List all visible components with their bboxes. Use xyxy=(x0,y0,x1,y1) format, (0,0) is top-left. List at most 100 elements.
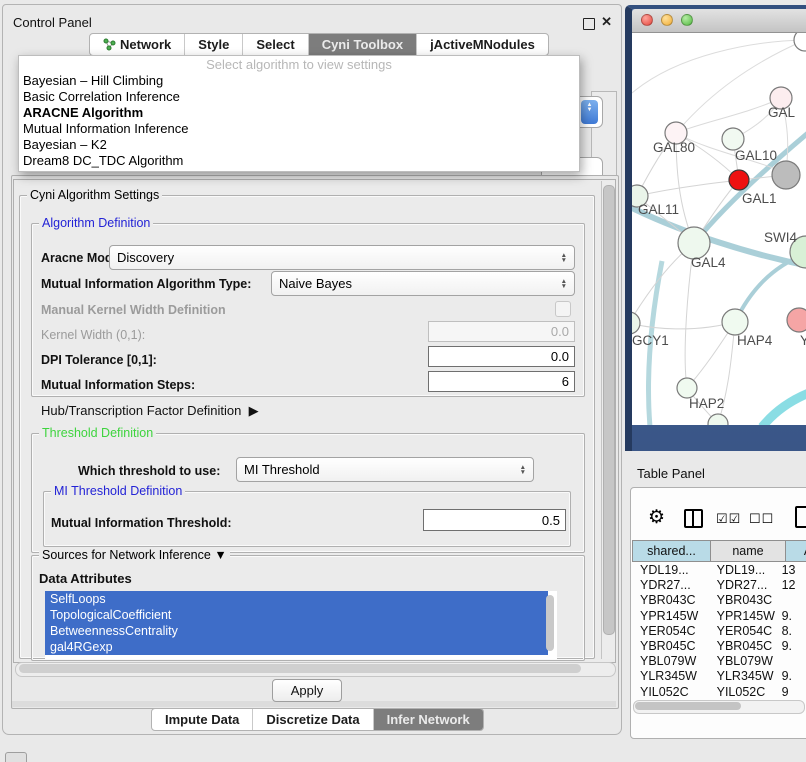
node-label: HAP2 xyxy=(689,396,724,411)
table-row[interactable]: YBR043CYBR043C xyxy=(632,593,806,608)
algorithm-option[interactable]: Dream8 DC_TDC Algorithm xyxy=(19,153,579,169)
algorithm-option[interactable]: Bayesian – Hill Climbing xyxy=(19,73,579,89)
network-node-gal1[interactable] xyxy=(729,170,749,190)
close-panel-icon[interactable]: ✕ xyxy=(601,14,612,30)
collapsed-arrow-icon: ▶ xyxy=(249,403,259,418)
combo-stepper-icon[interactable]: ▲▼ xyxy=(581,100,598,124)
tab-discretize-data[interactable]: Discretize Data xyxy=(253,709,373,730)
table-rows: YDL19...YDL19...13YDR27...YDR27...12YBR0… xyxy=(632,563,806,700)
manual-kernel-label: Manual Kernel Width Definition xyxy=(41,303,226,317)
minimize-traffic-light-icon[interactable] xyxy=(661,14,673,26)
aracne-mode-select[interactable]: Discovery ▲▼ xyxy=(109,245,575,270)
network-node-hap2[interactable] xyxy=(677,378,697,398)
network-node-gcy1[interactable] xyxy=(632,312,640,334)
tab-label: jActiveMNodules xyxy=(430,37,535,52)
algorithm-option[interactable]: ARACNE Algorithm xyxy=(19,105,579,121)
kernel-width-label: Kernel Width (0,1): xyxy=(41,328,145,342)
table-hscrollbar-thumb[interactable] xyxy=(635,702,741,710)
table-settings-gear-icon[interactable]: ⚙ xyxy=(648,506,665,529)
algorithm-option[interactable]: Bayesian – K2 xyxy=(19,137,579,153)
table-cell: YPR145W xyxy=(632,609,707,624)
column-layout-icon[interactable] xyxy=(684,509,703,528)
table-row[interactable]: YPR145WYPR145W9. xyxy=(632,609,806,624)
column-header-2[interactable]: name xyxy=(711,540,786,562)
bottom-tabs: Impute DataDiscretize DataInfer Network xyxy=(151,708,484,731)
node-label: GAL xyxy=(768,105,796,120)
tab-impute-data[interactable]: Impute Data xyxy=(152,709,253,730)
table-row[interactable]: YIL052CYIL052C9 xyxy=(632,685,806,700)
node-label: SWI4 xyxy=(764,230,797,245)
zoom-traffic-light-icon[interactable] xyxy=(681,14,693,26)
column-header-1[interactable]: shared... xyxy=(632,540,711,562)
apply-button[interactable]: Apply xyxy=(272,679,342,702)
table-cell: YIL052C xyxy=(632,685,707,700)
network-window-titlebar[interactable] xyxy=(632,9,806,33)
export-table-icon[interactable] xyxy=(795,506,806,528)
algorithm-definition-title: Algorithm Definition xyxy=(39,216,153,230)
close-traffic-light-icon[interactable] xyxy=(641,14,653,26)
settings-hscrollbar-thumb[interactable] xyxy=(19,664,581,673)
mi-threshold-field[interactable]: 0.5 xyxy=(423,509,566,531)
table-cell xyxy=(778,593,806,608)
network-node-y[interactable] xyxy=(787,308,806,332)
mi-threshold-label: Mutual Information Threshold: xyxy=(51,516,232,530)
table-row[interactable]: YDL19...YDL19...13 xyxy=(632,563,806,578)
network-node-hap4[interactable] xyxy=(722,309,748,335)
table-row[interactable]: YBR045CYBR045C9. xyxy=(632,639,806,654)
table-row[interactable]: YBL079WYBL079W xyxy=(632,654,806,669)
attribute-item[interactable]: BetweennessCentrality xyxy=(45,623,548,639)
hub-definition-toggle[interactable]: Hub/Transcription Factor Definition ▶ xyxy=(41,403,259,419)
algorithm-dropdown: Select algorithm to view settings Bayesi… xyxy=(18,55,580,172)
attribute-item[interactable]: gal4RGexp xyxy=(45,639,548,655)
table-row[interactable]: YER054CYER054C8. xyxy=(632,624,806,639)
attribute-item[interactable]: SelfLoops xyxy=(45,591,548,607)
network-node[interactable] xyxy=(772,161,800,189)
which-threshold-value: MI Threshold xyxy=(244,462,320,477)
network-node-gal10[interactable] xyxy=(722,128,744,150)
which-threshold-select[interactable]: MI Threshold ▲▼ xyxy=(236,457,534,482)
tab-label: Select xyxy=(256,37,294,52)
tab-label: Network xyxy=(120,37,171,52)
select-all-checkboxes-icon[interactable]: ☑☑ xyxy=(716,511,741,527)
node-label: GAL11 xyxy=(638,202,679,217)
attribute-item[interactable]: TopologicalCoefficient xyxy=(45,607,548,623)
aracne-mode-value: Discovery xyxy=(117,250,174,265)
network-node[interactable] xyxy=(794,33,806,51)
network-node[interactable] xyxy=(708,414,728,425)
table-cell: YBR045C xyxy=(707,639,778,654)
mi-type-select[interactable]: Naive Bayes ▲▼ xyxy=(271,271,575,296)
mi-steps-field[interactable]: 6 xyxy=(428,371,575,392)
settings-vscrollbar-thumb[interactable] xyxy=(603,185,615,635)
column-header-3[interactable]: A xyxy=(786,540,806,562)
algorithm-option[interactable]: Basic Correlation Inference xyxy=(19,89,579,105)
tab-jactivemnodules[interactable]: jActiveMNodules xyxy=(417,34,548,55)
tab-select[interactable]: Select xyxy=(243,34,308,55)
tab-infer-network[interactable]: Infer Network xyxy=(374,709,483,730)
table-cell: 9. xyxy=(778,639,806,654)
tab-network[interactable]: Network xyxy=(90,34,185,55)
collapsed-corner-tab[interactable] xyxy=(5,752,27,762)
attributes-list-scrollbar[interactable] xyxy=(546,595,554,651)
dpi-tolerance-field[interactable]: 0.0 xyxy=(428,346,575,367)
sources-group-title[interactable]: Sources for Network Inference ▼ xyxy=(39,548,230,562)
float-panel-icon[interactable] xyxy=(583,18,595,30)
kernel-width-field[interactable]: 0.0 xyxy=(428,321,575,342)
tab-style[interactable]: Style xyxy=(185,34,243,55)
table-cell: 13 xyxy=(778,563,806,578)
manual-kernel-checkbox[interactable] xyxy=(555,301,571,317)
data-attributes-list[interactable]: SelfLoopsTopologicalCoefficientBetweenne… xyxy=(45,591,557,659)
network-canvas[interactable]: GALGAL80GAL10GAL1GAL11GAL4SWI4GCY1HAP4YH… xyxy=(632,33,806,425)
tab-cyni-toolbox[interactable]: Cyni Toolbox xyxy=(309,34,417,55)
control-panel-tabs: Network Style Select Cyni Toolbox jActiveMNo… xyxy=(89,33,549,56)
tab-label: Cyni Toolbox xyxy=(322,37,403,52)
mi-type-label: Mutual Information Algorithm Type: xyxy=(41,277,251,291)
screen: Control Panel ✕ NetworkStyleSelectCyni T… xyxy=(0,0,806,762)
data-attributes-label: Data Attributes xyxy=(39,571,132,586)
stepper-icon: ▲▼ xyxy=(561,253,567,263)
table-cell: YBR043C xyxy=(707,593,778,608)
table-row[interactable]: YDR27...YDR27...12 xyxy=(632,578,806,593)
deselect-all-checkboxes-icon[interactable]: ☐☐ xyxy=(749,511,774,527)
table-row[interactable]: YLR345WYLR345W9. xyxy=(632,669,806,684)
node-label: GAL1 xyxy=(742,191,777,206)
algorithm-option[interactable]: Mutual Information Inference xyxy=(19,121,579,137)
